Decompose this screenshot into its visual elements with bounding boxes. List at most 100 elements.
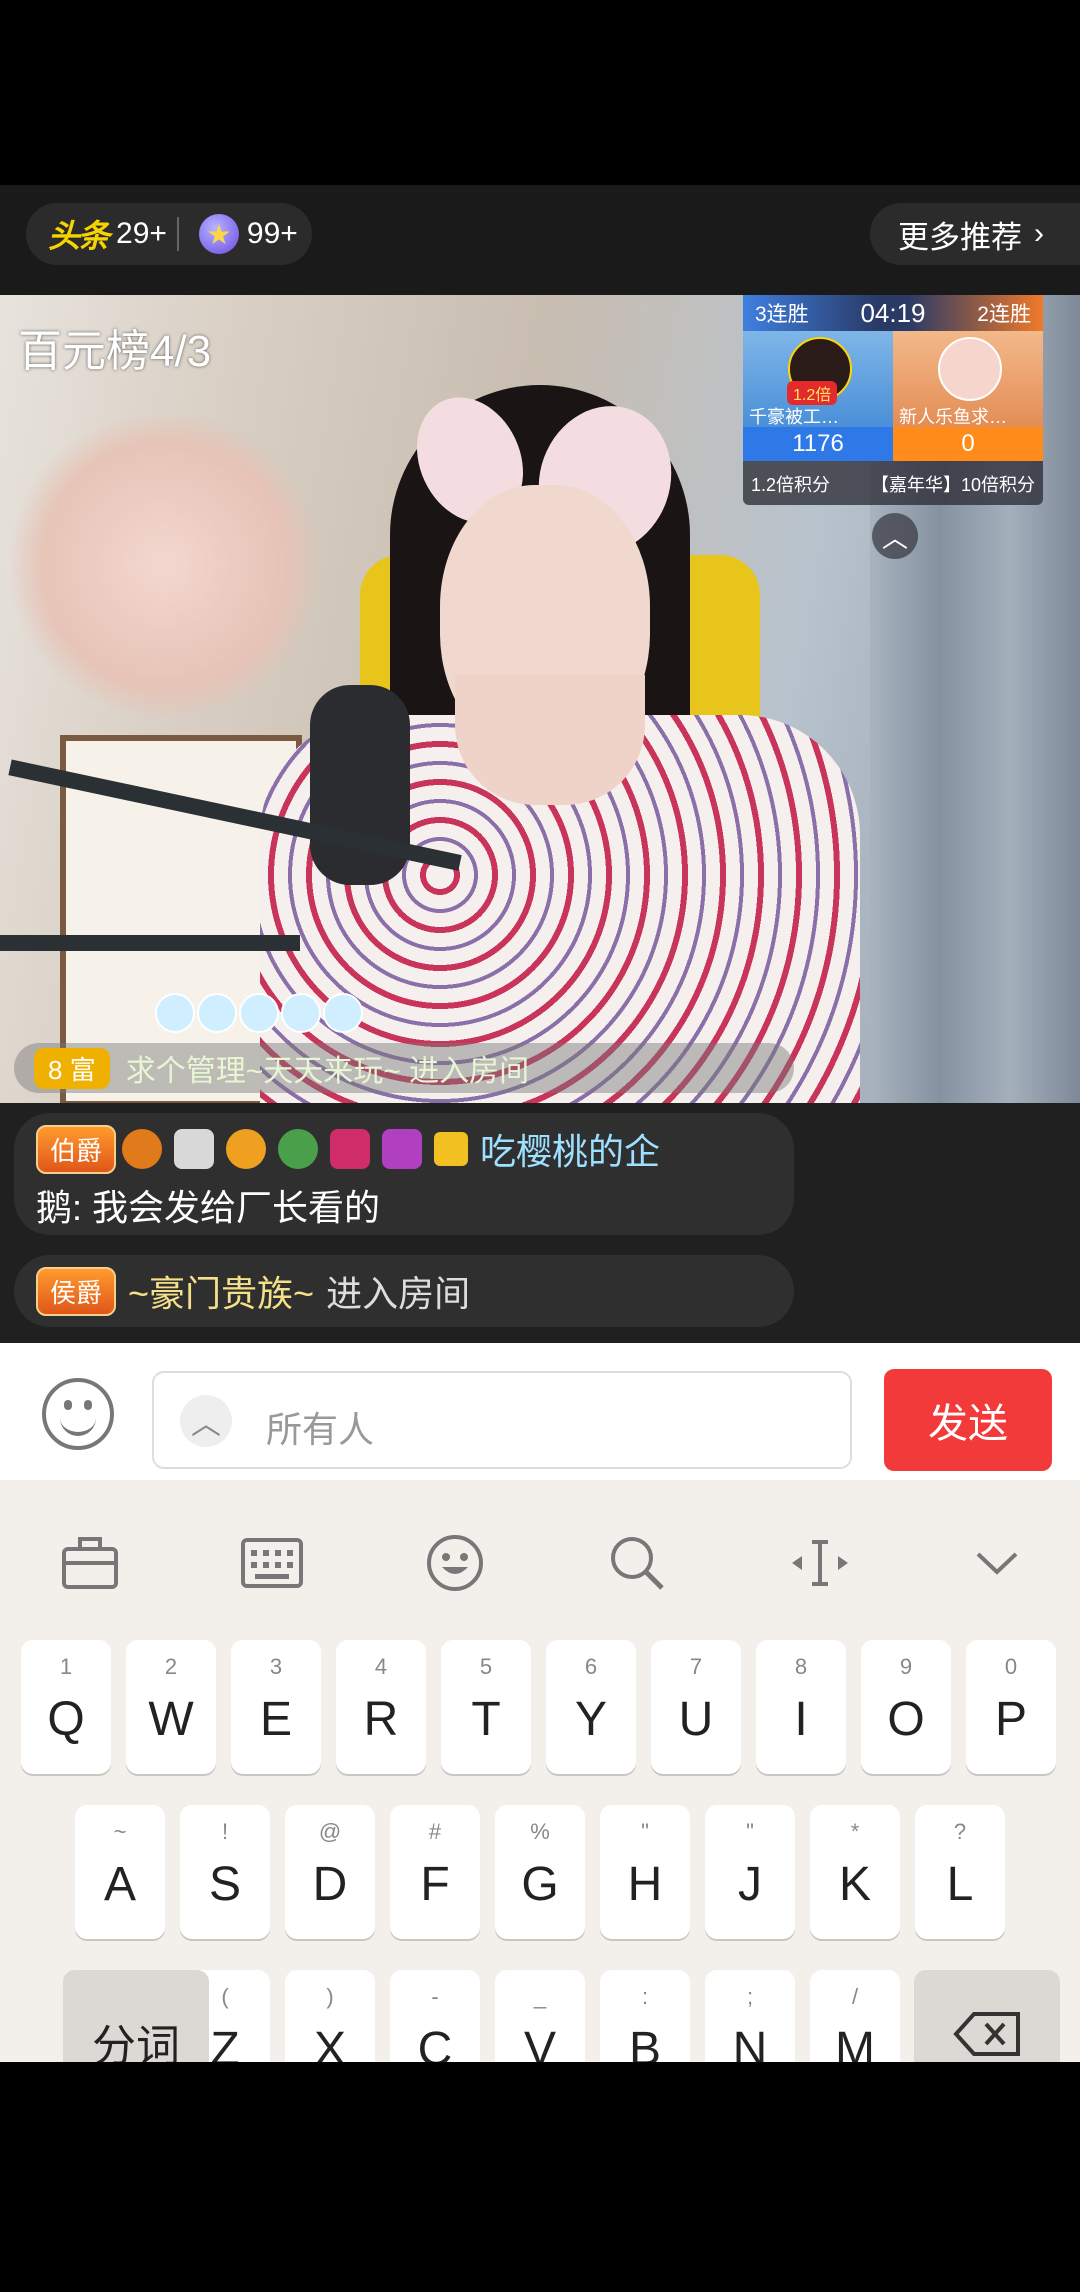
key-symbol: 4 [374,1654,388,1679]
key-symbol: : [641,1984,649,2009]
pk-panel[interactable]: 3连胜 04:19 2连胜 1.2倍 千豪被工… 新人乐鱼求… 1176 0 1… [743,295,1043,505]
star-icon: ★ [198,214,239,254]
key-letter: Y [574,1693,607,1746]
eye [84,1400,92,1410]
key-y[interactable]: 6Y [546,1640,636,1774]
key-letter: J [738,1858,762,1911]
gift-badge-icon [330,1129,371,1169]
key-symbol: @ [318,1819,342,1844]
key-i[interactable]: 8I [756,1640,846,1774]
key-symbol: - [431,1984,439,2009]
right-streak: 2连胜 [977,303,1031,326]
message-input[interactable]: ︿ 所有人 [152,1371,852,1469]
key-d[interactable]: @ D [285,1805,375,1939]
chat-action: 进入房间 [326,1273,471,1314]
key-symbol: 5 [479,1654,493,1679]
left-anchor-panel[interactable]: 1.2倍 千豪被工… [743,331,893,427]
flower-decoration [0,415,330,715]
key-symbol: " [641,1819,649,1844]
pk-header: 3连胜 04:19 2连胜 [743,295,1043,331]
key-symbol: 0 [1004,1654,1018,1679]
multiplier-badge: 1.2倍 [787,381,838,405]
key-e[interactable]: 3E [231,1640,321,1774]
emoji-keyboard-icon[interactable] [420,1528,490,1598]
key-l[interactable]: ? L [915,1805,1005,1939]
key-u[interactable]: 7U [651,1640,741,1774]
key-letter: H [627,1858,663,1911]
key-symbol: " [746,1819,754,1844]
chat-username[interactable]: ~豪门贵族~ [128,1265,314,1317]
enter-notice: 8 富 求个管理~天天来玩~ 进入房间 [14,1043,794,1093]
right-anchor-name: 新人乐鱼求… [899,407,1007,427]
star-count: 99+ [246,217,298,250]
smile [60,1416,96,1436]
key-letter: A [103,1858,136,1911]
chevron-right-icon: › [1034,217,1044,250]
toutiao-logo: 头条 [48,218,110,254]
level-badge: 8 富 [34,1047,110,1089]
divider [176,217,179,251]
key-p[interactable]: 0P [966,1640,1056,1774]
more-recommend-label: 更多推荐 [898,219,1022,255]
key-k[interactable]: * K [810,1805,900,1939]
mic-arm [0,935,300,951]
key-r[interactable]: 4R [336,1640,426,1774]
key-o[interactable]: 9O [861,1640,951,1774]
clipboard-icon[interactable] [55,1528,125,1598]
key-symbol: 9 [899,1654,913,1679]
input-placeholder: 所有人 [266,1409,375,1450]
chat-area: 伯爵 吃樱桃的企 鹅: 我会发给厂长看的 侯爵 ~豪门贵族~ 进入房间 [0,1103,1080,1343]
chevron-up-icon[interactable]: ︿ [180,1395,232,1447]
key-letter: Q [47,1693,85,1746]
level-number: 8 [48,1054,63,1085]
backspace-icon [952,2010,1022,2063]
hide-keyboard-chevron-down-icon[interactable] [962,1528,1032,1598]
live-video[interactable]: 百元榜4/3 8 富 求个管理~天天来玩~ 进入房间 3连胜 04:19 2连胜… [0,295,1080,1103]
key-q[interactable]: 1Q [21,1640,111,1774]
key-letter: L [946,1858,974,1911]
key-letter: U [678,1693,714,1746]
key-letter: D [312,1858,348,1911]
key-g[interactable]: % G [495,1805,585,1939]
keyboard-layout-icon[interactable] [237,1528,307,1598]
key-s[interactable]: ! S [180,1805,270,1939]
right-score: 0 [893,427,1043,461]
key-symbol: 6 [584,1654,598,1679]
key-letter: G [521,1858,559,1911]
left-score: 1176 [743,427,893,461]
star-badge-icon [278,1129,319,1169]
shield-badge-icon [174,1129,215,1169]
right-anchor-panel[interactable]: 新人乐鱼求… [893,331,1043,427]
chat-username[interactable]: 吃樱桃的企 [480,1123,660,1175]
key-letter: R [363,1693,399,1746]
send-button[interactable]: 发送 [884,1369,1052,1471]
chat-message[interactable]: 侯爵 ~豪门贵族~ 进入房间 [14,1255,794,1327]
eye [64,1400,72,1410]
bubble-icon [323,993,363,1033]
key-j[interactable]: " J [705,1805,795,1939]
key-t[interactable]: 5T [441,1640,531,1774]
toutiao-count: 29+ [116,217,167,250]
key-letter: P [994,1693,1027,1746]
key-symbol: 7 [689,1654,703,1679]
collapse-chevron-up-icon[interactable]: ︿ [872,513,918,559]
navigation-area [0,2062,1080,2292]
hundred-badge-icon [122,1129,163,1169]
key-letter: W [148,1693,194,1746]
rank-stats-pill[interactable]: 头条 29+ ★ 99+ [26,203,312,265]
cursor-move-icon[interactable] [785,1528,855,1598]
key-letter: E [259,1693,292,1746]
key-f[interactable]: # F [390,1805,480,1939]
emoji-button[interactable] [42,1378,114,1450]
hundred-yuan-rank[interactable]: 百元榜4/3 [18,315,211,379]
search-icon[interactable] [602,1528,672,1598]
key-symbol: ~ [113,1819,127,1844]
key-h[interactable]: " H [600,1805,690,1939]
key-a[interactable]: ~ A [75,1805,165,1939]
more-recommend-button[interactable]: 更多推荐 › [870,203,1080,265]
key-w[interactable]: 2W [126,1640,216,1774]
key-symbol: * [850,1819,860,1844]
key-symbol: _ [533,1984,547,2009]
chat-message[interactable]: 伯爵 吃樱桃的企 鹅: 我会发给厂长看的 [14,1113,794,1235]
key-symbol: ? [953,1819,967,1844]
